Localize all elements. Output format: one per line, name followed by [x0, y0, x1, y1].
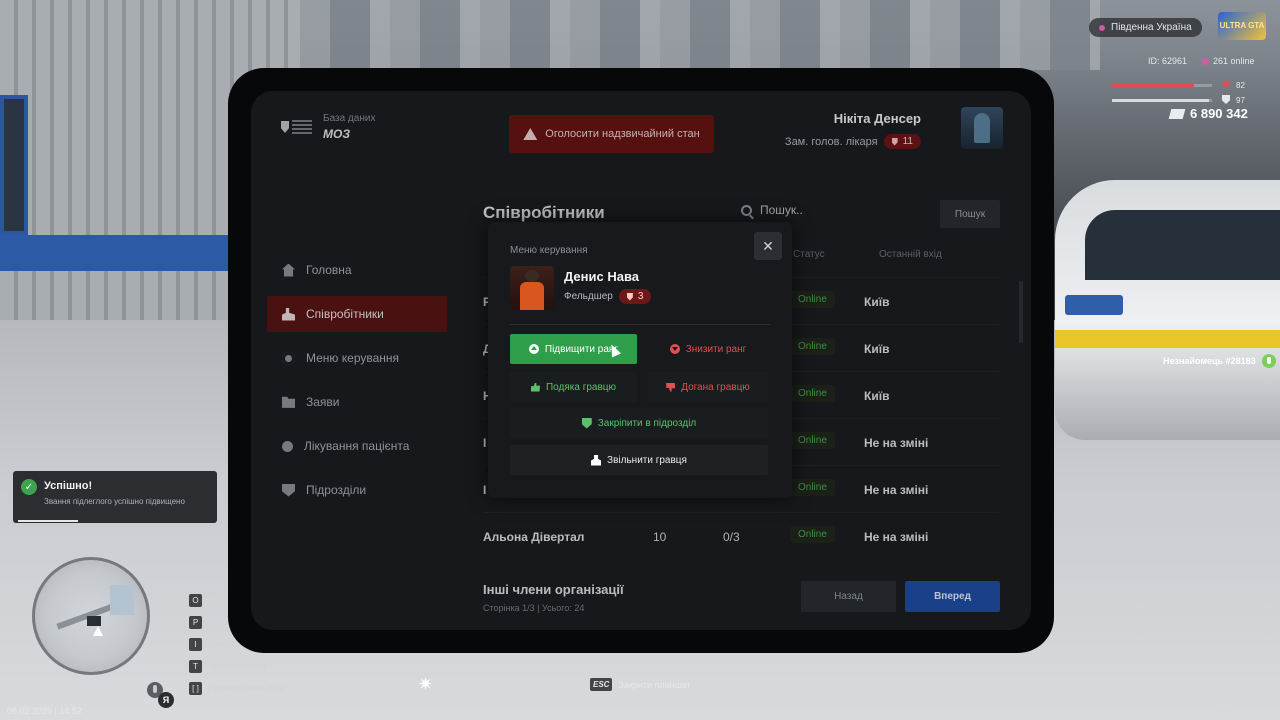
- reprimand-label: Догана гравцю: [681, 381, 750, 393]
- thumbs-up-icon: [530, 382, 540, 392]
- arrow-down-circle-icon: [669, 344, 680, 354]
- building-window: [0, 95, 28, 235]
- check-icon: ✓: [21, 479, 37, 495]
- money-display: 6 890 342: [1168, 106, 1248, 121]
- server-dot-icon: [1099, 24, 1105, 31]
- snowflake-icon: ✷: [418, 674, 434, 694]
- key-cap: T: [189, 659, 202, 673]
- member-rank-badge: 3: [618, 289, 652, 304]
- key-cap: P: [189, 615, 202, 629]
- modal-title: Меню керування: [510, 245, 588, 256]
- keybind-label: Відк: [208, 617, 226, 627]
- minimap: [32, 557, 150, 675]
- player-arrow-icon: [93, 626, 103, 636]
- assign-division-button[interactable]: Закріпити в підрозділ: [510, 408, 768, 438]
- reprimand-button[interactable]: Догана гравцю: [648, 372, 768, 402]
- health-bar: [1112, 84, 1212, 87]
- armor-bar: [1112, 99, 1212, 102]
- police-car: [1055, 180, 1280, 440]
- keybind-row: O Мені: [189, 589, 284, 611]
- player-badge: Я: [158, 692, 174, 708]
- close-icon: ✕: [762, 237, 774, 254]
- keybind-row: P Відк: [189, 611, 284, 633]
- vehicle-marker-icon: [87, 616, 101, 626]
- member-role: Фельдшер: [564, 291, 613, 302]
- arrow-up-circle-icon: [528, 344, 539, 354]
- fire-player-button[interactable]: Звільнити гравця: [510, 445, 768, 475]
- armor-bar-fill: [1112, 99, 1209, 102]
- success-notification: ✓ Успішно! Звання підлеглого успішно під…: [13, 471, 217, 523]
- close-tablet-label: Закрити планшет: [618, 679, 691, 690]
- member-name: Денис Нава: [564, 269, 640, 284]
- notification-title: Успішно!: [44, 480, 93, 492]
- notification-timer: [18, 520, 78, 522]
- member-role-line: Фельдшер 3: [564, 289, 652, 304]
- keybind-label: Перемикання раці: [208, 683, 285, 693]
- notification-text: Звання підлеглого успішно підвищено: [44, 497, 185, 506]
- thanks-button[interactable]: Подяка гравцю: [510, 372, 637, 402]
- demote-button[interactable]: Знизити ранг: [648, 334, 768, 364]
- npc-name: Незнайомець #28183: [1163, 356, 1256, 366]
- divider: [510, 324, 770, 325]
- keybind-label: Інвент: [208, 639, 235, 649]
- close-tablet-hint: ESC Закрити планшет: [590, 678, 691, 691]
- member-avatar: [510, 266, 554, 310]
- money-amount: 6 890 342: [1190, 106, 1248, 121]
- key-cap: I: [189, 637, 202, 651]
- fps-counter: 35: [1270, 710, 1279, 719]
- online-count: 261 online: [1202, 56, 1255, 66]
- game-logo: ULTRA GTA: [1218, 12, 1266, 40]
- keybind-row: I Інвент: [189, 633, 284, 655]
- esc-key-cap: ESC: [590, 678, 613, 691]
- online-dot-icon: [1202, 57, 1209, 65]
- server-badge: Південна Україна: [1089, 18, 1202, 37]
- user-remove-icon: [591, 454, 602, 466]
- key-cap: O: [189, 593, 202, 607]
- close-button[interactable]: ✕: [754, 232, 782, 260]
- health-bar-fill: [1112, 84, 1194, 87]
- health-value: 82: [1236, 81, 1245, 90]
- fire-label: Звільнити гравця: [607, 454, 687, 466]
- player-id: ID: 62961: [1148, 56, 1188, 66]
- keybind-hints: O Мені P Відк I Інвент T Текстовий чат […: [189, 589, 284, 699]
- demote-label: Знизити ранг: [685, 343, 747, 355]
- car-stripe: [1055, 330, 1280, 348]
- thumbs-down-icon: [666, 382, 676, 392]
- keybind-label: Мені: [208, 595, 228, 605]
- keybind-row: T Текстовий чат: [189, 655, 284, 677]
- car-window: [1085, 210, 1280, 280]
- armor-value: 97: [1236, 96, 1245, 105]
- game-version: UA-GTA 3.5: [1220, 710, 1263, 719]
- member-rank-value: 3: [637, 291, 644, 302]
- date-time: 06.02.2026 | 14:52: [7, 706, 82, 716]
- server-name: Південна Україна: [1111, 22, 1192, 33]
- money-icon: [1168, 108, 1186, 119]
- assign-label: Закріпити в підрозділ: [597, 417, 697, 429]
- shield-plus-icon: [581, 417, 592, 429]
- background-trees: [300, 0, 1100, 70]
- thanks-label: Подяка гравцю: [545, 381, 617, 393]
- key-cap: [ ]: [189, 681, 202, 695]
- car-plate: [1065, 295, 1123, 315]
- microphone-icon: [1261, 354, 1276, 368]
- control-menu-modal: Меню керування ✕ Денис Нава Фельдшер 3 П…: [488, 222, 792, 498]
- npc-nametag: Незнайомець #28183: [1163, 354, 1276, 368]
- keybind-row: [ ] Перемикання раці: [189, 677, 284, 699]
- keybind-label: Текстовий чат: [208, 661, 267, 671]
- rank-shield-icon: [626, 292, 633, 301]
- online-text: 261 online: [1213, 56, 1255, 66]
